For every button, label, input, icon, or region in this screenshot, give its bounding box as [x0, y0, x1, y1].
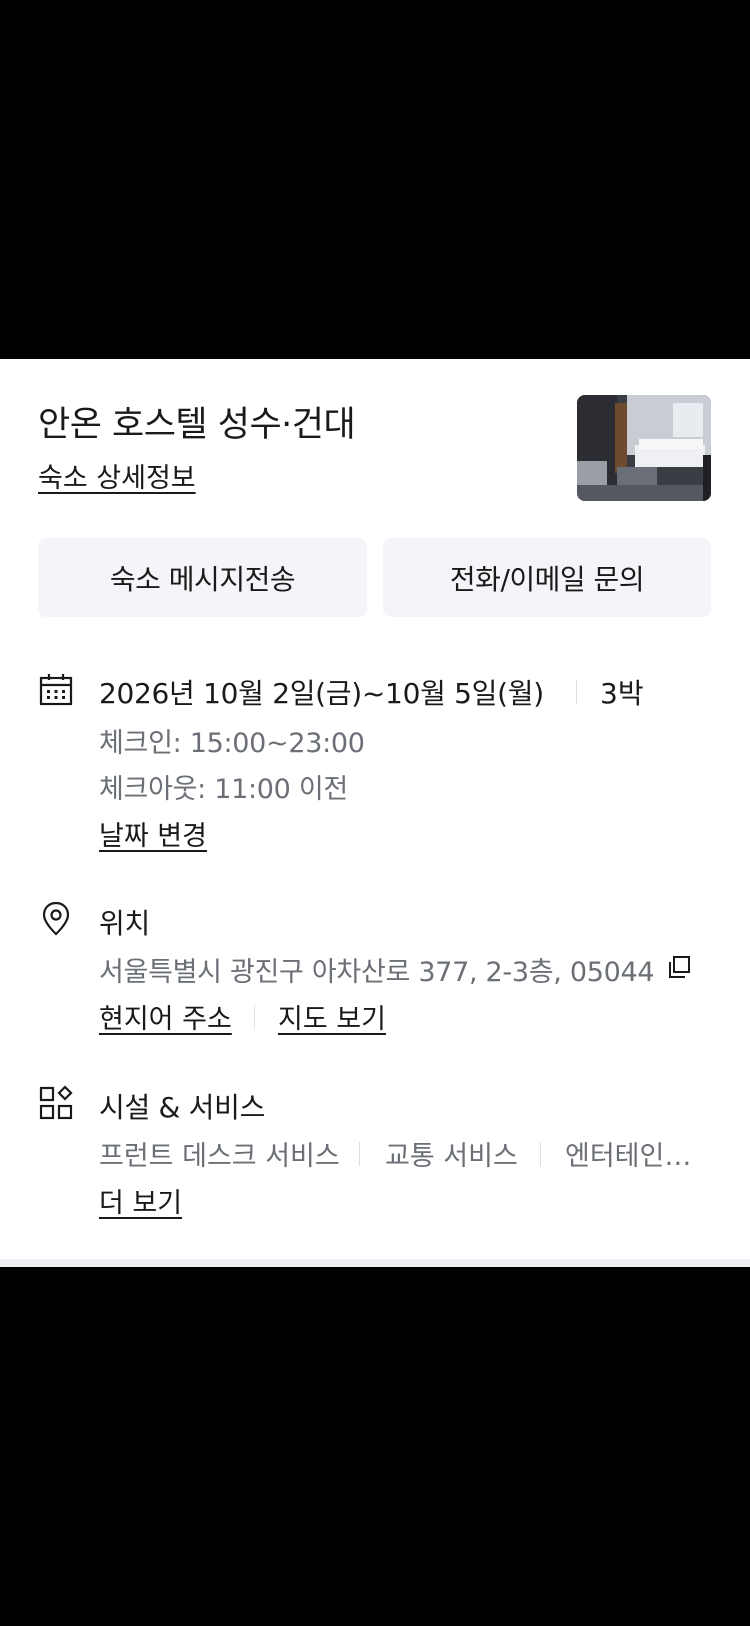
hotel-name: 안온 호스텔 성수·건대 [38, 405, 356, 445]
hotel-thumbnail[interactable] [577, 395, 711, 501]
location-pin-icon [42, 901, 70, 936]
copy-icon[interactable] [667, 955, 691, 979]
address-text: 서울특별시 광진구 아차산로 377, 2-3층, 05044 [99, 957, 655, 988]
message-property-button[interactable]: 숙소 메시지전송 [38, 538, 367, 617]
change-dates-link[interactable]: 날짜 변경 [99, 814, 207, 853]
phone-email-inquiry-button[interactable]: 전화/이메일 문의 [383, 538, 711, 617]
facilities-title: 시설 & 서비스 [99, 1091, 266, 1124]
facility-item: 엔터테인… [565, 1141, 692, 1172]
hotel-detail-link[interactable]: 숙소 상세정보 [38, 456, 196, 495]
calendar-icon [39, 674, 73, 706]
separator [254, 1005, 255, 1029]
grid-services-icon [39, 1085, 73, 1120]
facility-item: 교통 서비스 [385, 1141, 518, 1172]
section-divider [0, 1259, 750, 1267]
view-map-link[interactable]: 지도 보기 [278, 997, 386, 1036]
location-title: 위치 [99, 907, 150, 940]
checkin-time: 체크인: 15:00~23:00 [99, 728, 365, 759]
separator [576, 680, 577, 704]
separator [359, 1142, 360, 1166]
local-address-link[interactable]: 현지어 주소 [99, 997, 232, 1036]
stay-date-range: 2026년 10월 2일(금)~10월 5일(월) [99, 677, 544, 710]
nights-count: 3박 [600, 677, 644, 710]
separator [540, 1142, 541, 1166]
checkout-time: 체크아웃: 11:00 이전 [99, 774, 348, 805]
more-facilities-link[interactable]: 더 보기 [99, 1181, 182, 1220]
facility-item: 프런트 데스크 서비스 [99, 1141, 340, 1172]
